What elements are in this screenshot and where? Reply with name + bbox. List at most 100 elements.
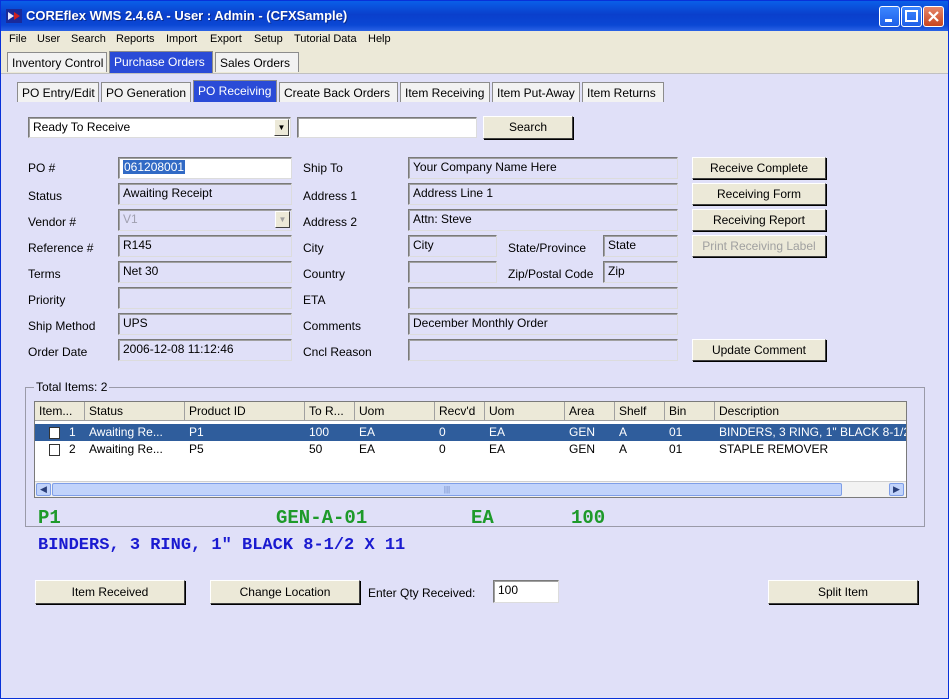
row-bin: 01 <box>669 425 683 439</box>
row-to-receive: 100 <box>309 425 330 439</box>
tab-item-put-away[interactable]: Item Put-Away <box>492 82 580 102</box>
close-icon <box>928 11 939 22</box>
menu-tutorial-data[interactable]: Tutorial Data <box>294 33 357 45</box>
menu-help[interactable]: Help <box>368 33 391 45</box>
minimize-icon <box>885 19 892 22</box>
zip-label: Zip/Postal Code <box>508 267 594 281</box>
row-status: Awaiting Re... <box>89 425 163 439</box>
col-description[interactable]: Description <box>715 402 906 420</box>
row-product: P1 <box>189 425 204 439</box>
menu-reports[interactable]: Reports <box>116 33 155 45</box>
reference-field: R145 <box>118 235 292 257</box>
comments-field[interactable]: December Monthly Order <box>408 313 678 335</box>
cncl-reason-field <box>408 339 678 361</box>
note-icon <box>49 424 60 441</box>
menu-import[interactable]: Import <box>166 33 197 45</box>
row-recvd: 0 <box>439 425 446 439</box>
search-input[interactable] <box>297 117 477 138</box>
receiving-report-button[interactable]: Receiving Report <box>692 209 826 231</box>
scroll-left-icon[interactable]: ◀ <box>36 483 51 496</box>
maximize-button[interactable] <box>901 6 922 27</box>
col-uom[interactable]: Uom <box>355 402 435 420</box>
vendor-dropdown: V1 ▼ <box>118 209 292 231</box>
table-row[interactable]: 1 Awaiting Re... P1 100 EA 0 EA GEN A 01… <box>35 424 907 441</box>
vendor-value: V1 <box>123 212 138 226</box>
order-date-label: Order Date <box>28 345 88 359</box>
app-flag-icon <box>6 9 22 23</box>
tab-inventory-control[interactable]: Inventory Control <box>7 52 107 72</box>
tab-po-entry-edit[interactable]: PO Entry/Edit <box>17 82 99 102</box>
tab-po-generation[interactable]: PO Generation <box>101 82 191 102</box>
col-shelf[interactable]: Shelf <box>615 402 665 420</box>
item-received-button[interactable]: Item Received <box>35 580 185 604</box>
horizontal-scrollbar[interactable]: ◀ ||| ▶ <box>35 481 906 497</box>
row-shelf: A <box>619 425 628 439</box>
status-field: Awaiting Receipt <box>118 183 292 205</box>
menu-export[interactable]: Export <box>210 33 242 45</box>
col-bin[interactable]: Bin <box>665 402 715 420</box>
col-uom2[interactable]: Uom <box>485 402 565 420</box>
tab-item-receiving[interactable]: Item Receiving <box>400 82 490 102</box>
row-uom2: EA <box>489 442 506 456</box>
close-button[interactable] <box>923 6 944 27</box>
tab-po-receiving[interactable]: PO Receiving <box>193 80 277 102</box>
selected-uom: EA <box>471 507 494 529</box>
status-label: Status <box>28 189 63 203</box>
minimize-button[interactable] <box>879 6 900 27</box>
table-row[interactable]: 2 Awaiting Re... P5 50 EA 0 EA GEN A 01 … <box>35 441 906 458</box>
qty-received-input[interactable]: 100 <box>493 580 559 603</box>
order-date-field: 2006-12-08 11:12:46 <box>118 339 292 361</box>
address1-field: Address Line 1 <box>408 183 678 205</box>
print-receiving-label-button: Print Receiving Label <box>692 235 826 257</box>
priority-field <box>118 287 292 309</box>
po-number-value: 061208001 <box>123 160 186 174</box>
title-bar[interactable]: COREflex WMS 2.4.6A - User : Admin - (CF… <box>1 1 948 31</box>
col-area[interactable]: Area <box>565 402 615 420</box>
receiving-form-button[interactable]: Receiving Form <box>692 183 826 205</box>
eta-field <box>408 287 678 309</box>
row-area: GEN <box>569 425 596 439</box>
tab-sales-orders[interactable]: Sales Orders <box>215 52 299 72</box>
col-product-id[interactable]: Product ID <box>185 402 305 420</box>
row-uom: EA <box>359 425 376 439</box>
col-item[interactable]: Item... <box>35 402 85 420</box>
update-comment-button[interactable]: Update Comment <box>692 339 826 361</box>
sub-tabs: PO Entry/Edit PO Generation PO Receiving… <box>1 74 948 104</box>
row-area: GEN <box>569 442 596 456</box>
menu-user[interactable]: User <box>37 33 60 45</box>
status-filter-dropdown[interactable]: Ready To Receive ▼ <box>28 117 291 138</box>
col-recvd[interactable]: Recv'd <box>435 402 485 420</box>
menu-file[interactable]: File <box>9 33 27 45</box>
menu-setup[interactable]: Setup <box>254 33 283 45</box>
terms-label: Terms <box>28 267 61 281</box>
menu-search[interactable]: Search <box>71 33 106 45</box>
row-description: BINDERS, 3 RING, 1" BLACK 8-1/2 <box>719 425 907 439</box>
split-item-button[interactable]: Split Item <box>768 580 918 604</box>
chevron-down-icon[interactable]: ▼ <box>274 119 289 136</box>
col-to-receive[interactable]: To R... <box>305 402 355 420</box>
note-icon <box>49 441 60 458</box>
col-status[interactable]: Status <box>85 402 185 420</box>
tab-item-returns[interactable]: Item Returns <box>582 82 664 102</box>
app-window: COREflex WMS 2.4.6A - User : Admin - (CF… <box>0 0 949 699</box>
row-uom: EA <box>359 442 376 456</box>
reference-label: Reference # <box>28 241 94 255</box>
vendor-label: Vendor # <box>28 215 77 229</box>
change-location-button[interactable]: Change Location <box>210 580 360 604</box>
zip-field: Zip <box>603 261 678 283</box>
receive-complete-button[interactable]: Receive Complete <box>692 157 826 179</box>
scroll-right-icon[interactable]: ▶ <box>889 483 904 496</box>
cncl-reason-label: Cncl Reason <box>303 345 372 359</box>
scroll-thumb[interactable]: ||| <box>52 483 842 496</box>
selected-description: BINDERS, 3 RING, 1" BLACK 8-1/2 X 11 <box>38 536 406 555</box>
row-to-receive: 50 <box>309 442 323 456</box>
items-grid[interactable]: Item... Status Product ID To R... Uom Re… <box>34 401 907 498</box>
search-button[interactable]: Search <box>483 116 573 139</box>
ship-to-field: Your Company Name Here <box>408 157 678 179</box>
ship-method-field: UPS <box>118 313 292 335</box>
main-tabs: Inventory Control Purchase Orders Sales … <box>1 49 948 74</box>
po-number-field[interactable]: 061208001 <box>118 157 292 179</box>
grid-header: Item... Status Product ID To R... Uom Re… <box>35 402 906 421</box>
tab-purchase-orders[interactable]: Purchase Orders <box>109 51 213 73</box>
tab-create-back-orders[interactable]: Create Back Orders <box>279 82 398 102</box>
